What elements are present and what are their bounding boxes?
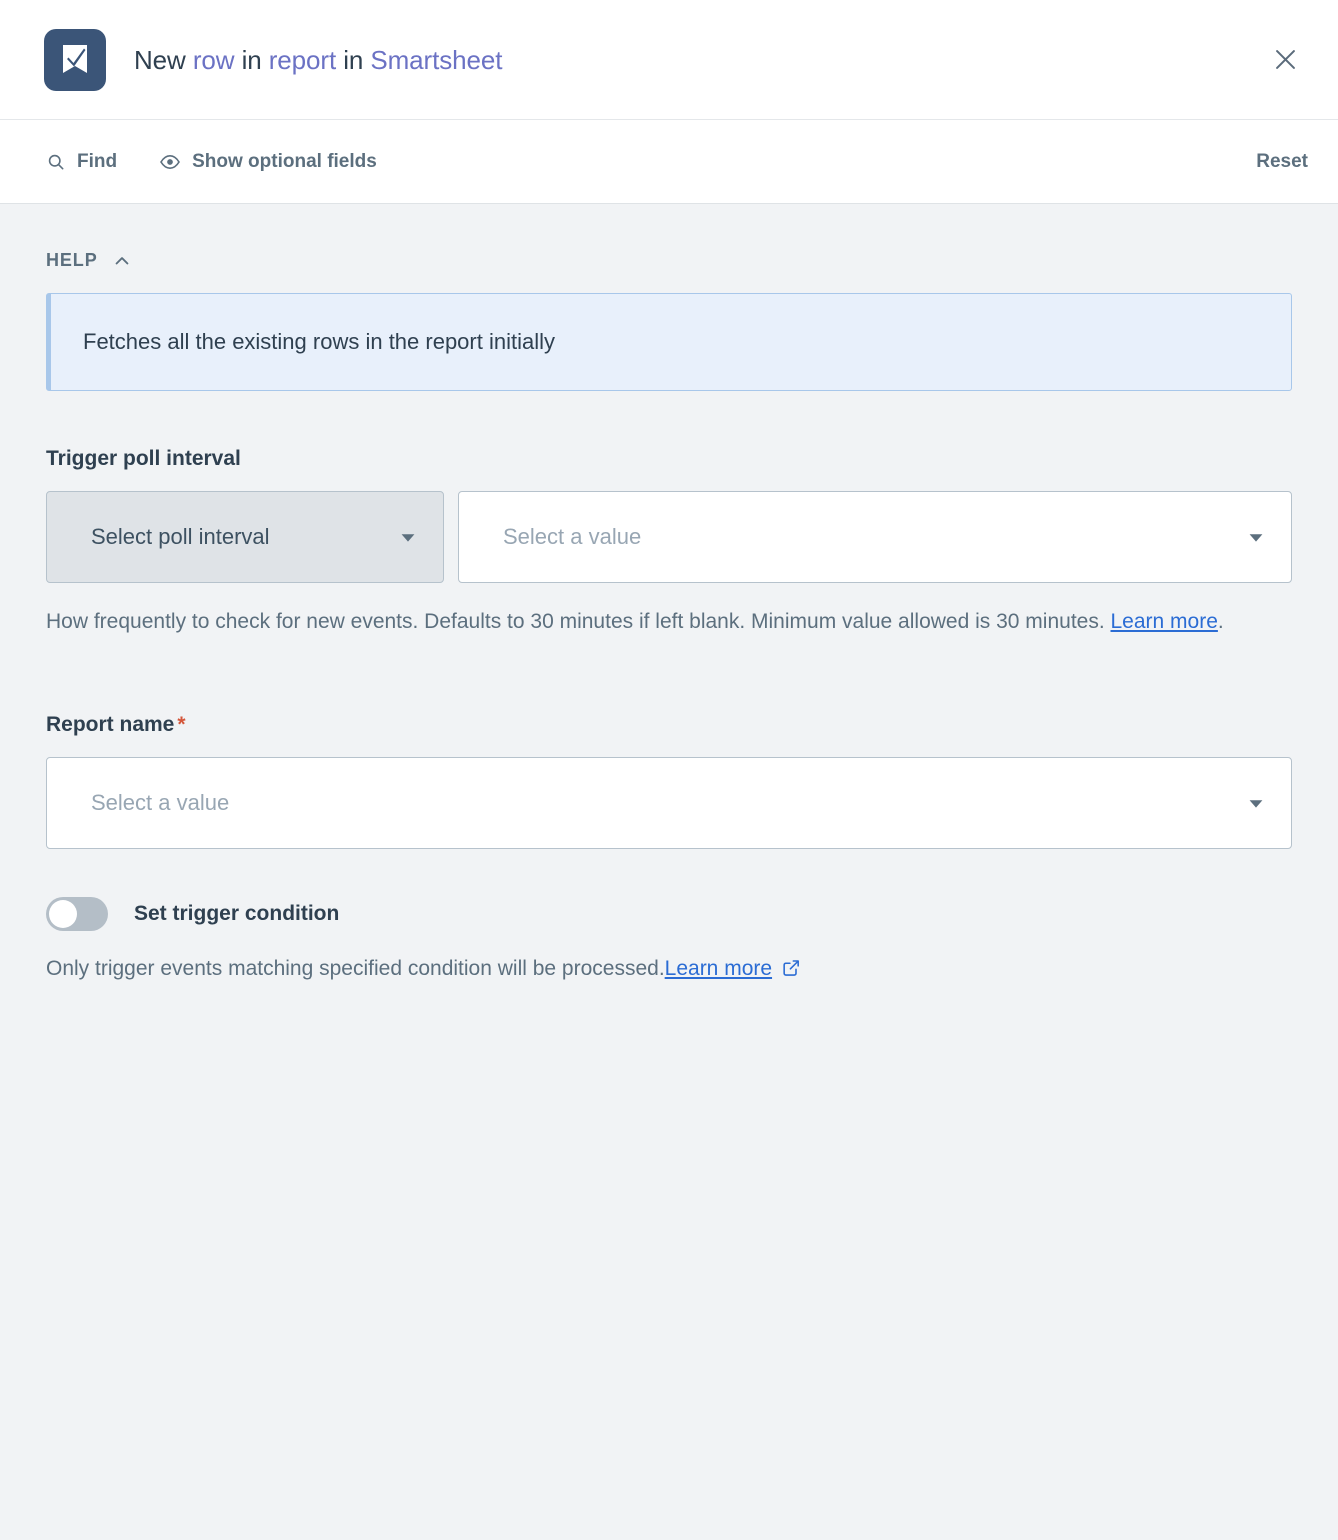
poll-interval-learn-more-link[interactable]: Learn more xyxy=(1111,610,1218,633)
help-section-toggle[interactable]: HELP xyxy=(46,250,1292,271)
set-trigger-condition-label: Set trigger condition xyxy=(134,902,339,926)
find-label: Find xyxy=(77,151,117,173)
page-title: New row in report in Smartsheet xyxy=(134,44,502,76)
trigger-condition-helper-text: Only trigger events matching specified c… xyxy=(46,955,1292,981)
help-section-label: HELP xyxy=(46,250,98,271)
chevron-down-icon xyxy=(1245,526,1267,548)
eye-icon xyxy=(159,151,181,173)
required-marker: * xyxy=(177,713,185,736)
poll-interval-select[interactable]: Select poll interval xyxy=(46,491,444,583)
reset-button[interactable]: Reset xyxy=(1256,151,1308,173)
title-part-report: report xyxy=(269,45,336,75)
poll-interval-helper-text-after: . xyxy=(1218,610,1224,633)
title-part-new: New xyxy=(134,45,193,75)
poll-interval-field-group: Trigger poll interval Select poll interv… xyxy=(46,447,1292,641)
find-button[interactable]: Find xyxy=(46,151,117,173)
panel-header: New row in report in Smartsheet xyxy=(0,0,1338,120)
search-icon xyxy=(46,152,66,172)
external-link-icon[interactable] xyxy=(781,958,801,978)
poll-interval-helper-text-before: How frequently to check for new events. … xyxy=(46,610,1111,633)
poll-interval-value-select[interactable]: Select a value xyxy=(458,491,1292,583)
trigger-condition-helper-text-before: Only trigger events matching specified c… xyxy=(46,957,665,981)
poll-interval-helper-text: How frequently to check for new events. … xyxy=(46,603,1292,641)
poll-interval-controls: Select poll interval Select a value xyxy=(46,491,1292,583)
set-trigger-condition-toggle[interactable] xyxy=(46,897,108,931)
trigger-condition-row: Set trigger condition xyxy=(46,897,1292,931)
section-spacer xyxy=(46,651,1292,713)
title-part-row: row xyxy=(193,45,235,75)
smartsheet-logo-icon xyxy=(44,29,106,91)
poll-interval-label: Trigger poll interval xyxy=(46,447,1292,471)
help-message-text: Fetches all the existing rows in the rep… xyxy=(83,327,555,357)
close-icon[interactable] xyxy=(1262,37,1308,83)
show-optional-fields-label: Show optional fields xyxy=(192,151,377,173)
title-part-in-1: in xyxy=(234,45,268,75)
panel-toolbar: Find Show optional fields Reset xyxy=(0,120,1338,204)
trigger-condition-learn-more-link[interactable]: Learn more xyxy=(665,957,772,981)
toggle-knob xyxy=(49,900,77,928)
report-name-select-placeholder: Select a value xyxy=(91,790,1227,816)
chevron-down-icon xyxy=(1245,792,1267,814)
help-message-box: Fetches all the existing rows in the rep… xyxy=(46,293,1292,391)
title-part-app: Smartsheet xyxy=(370,45,502,75)
report-name-select[interactable]: Select a value xyxy=(46,757,1292,849)
chevron-up-icon xyxy=(112,251,132,271)
report-name-label: Report name* xyxy=(46,713,1292,737)
report-name-field-group: Report name* Select a value xyxy=(46,713,1292,849)
title-part-in-2: in xyxy=(336,45,370,75)
chevron-down-icon xyxy=(397,526,419,548)
poll-interval-value-placeholder: Select a value xyxy=(503,524,1227,550)
poll-interval-select-value: Select poll interval xyxy=(91,524,379,550)
report-name-label-text: Report name xyxy=(46,713,174,736)
show-optional-fields-button[interactable]: Show optional fields xyxy=(159,151,377,173)
trigger-config-panel: New row in report in Smartsheet Find xyxy=(0,0,1338,1540)
panel-content: HELP Fetches all the existing rows in th… xyxy=(0,204,1338,1540)
